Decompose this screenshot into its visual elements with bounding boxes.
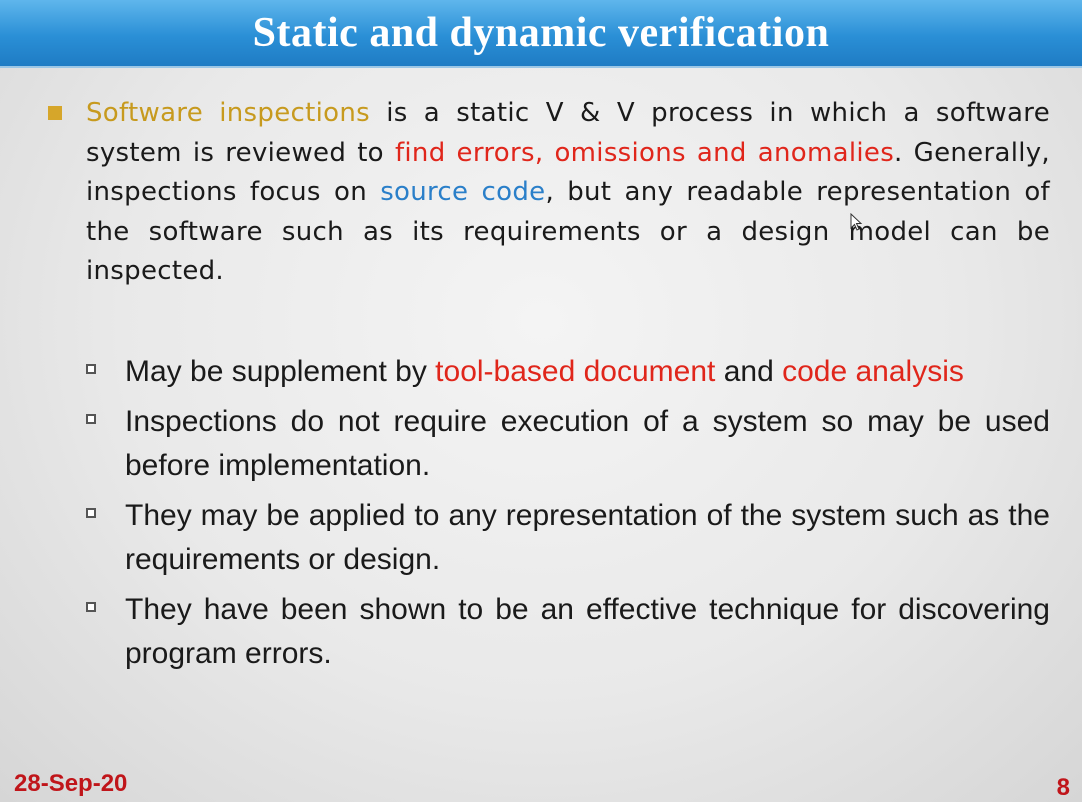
square-bullet-icon [48,106,62,120]
list-item: Inspections do not require execution of … [86,400,1050,488]
page-number: 8 [1056,774,1070,801]
sub-item-text: and [715,355,783,388]
emphasis-blue-1: source code [380,177,546,207]
emphasis-red-1: find errors, omissions and anomalies [394,137,895,168]
emphasis-red-3: code analysis [782,355,964,388]
hollow-square-bullet-icon [86,508,96,518]
hollow-square-bullet-icon [86,364,96,374]
sub-bullet-list: May be supplement by tool-based document… [86,350,1050,682]
highlight-term: Software inspections [86,98,370,128]
sub-item-text: May be supplement by [125,355,436,388]
hollow-square-bullet-icon [86,602,96,612]
hollow-square-bullet-icon [86,414,96,424]
list-item: May be supplement by tool-based document… [86,350,1050,394]
slide-date: 28-Sep-20 [14,770,128,797]
title-bar: Static and dynamic verification [0,0,1082,68]
list-item: They may be applied to any representatio… [86,494,1050,582]
emphasis-red-2: tool-based document [435,355,716,388]
mouse-pointer-icon [850,213,863,231]
sub-item-text: They have been shown to be an effective … [125,593,1050,670]
slide-title: Static and dynamic verification [252,10,830,56]
sub-item-text: They may be applied to any representatio… [125,499,1050,576]
sub-item-text: Inspections do not require execution of … [125,405,1050,482]
list-item: They have been shown to be an effective … [86,588,1050,676]
main-paragraph: Software inspections is a static V & V p… [86,94,1050,292]
